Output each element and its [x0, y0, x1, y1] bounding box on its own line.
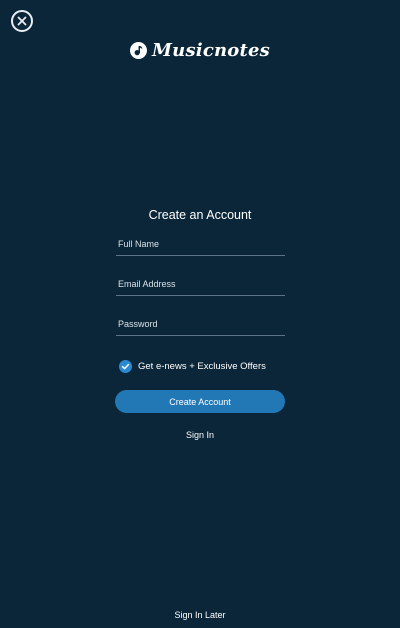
sign-in-link[interactable]: Sign In	[0, 430, 400, 440]
newsletter-label: Get e-news + Exclusive Offers	[138, 361, 266, 372]
sign-in-later-link[interactable]: Sign In Later	[0, 610, 400, 620]
music-note-icon	[130, 42, 148, 59]
full-name-input[interactable]	[116, 233, 285, 255]
close-icon	[17, 16, 27, 26]
email-input[interactable]	[116, 273, 285, 295]
newsletter-option[interactable]: Get e-news + Exclusive Offers	[119, 360, 266, 373]
page-title: Create an Account	[148, 208, 252, 222]
musicnotes-logo: Musicnotes	[0, 40, 400, 61]
close-button[interactable]	[11, 10, 33, 32]
checkmark-icon	[121, 363, 130, 370]
full-name-field-container	[116, 233, 285, 256]
logo-text: Musicnotes	[152, 40, 270, 61]
email-field-container	[116, 273, 285, 296]
newsletter-checkbox[interactable]	[119, 360, 132, 373]
password-input[interactable]	[116, 313, 285, 335]
create-account-button[interactable]: Create Account	[115, 390, 285, 413]
password-field-container	[116, 313, 285, 336]
